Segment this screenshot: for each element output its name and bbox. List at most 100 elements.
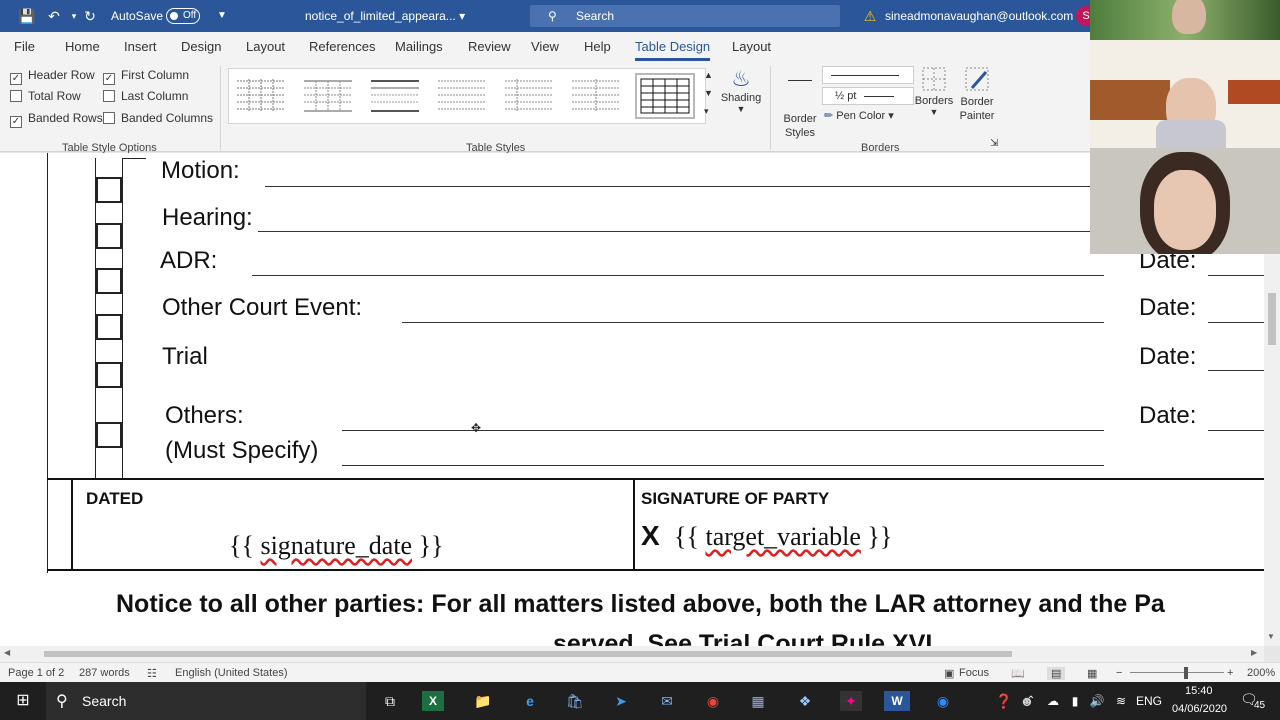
border-styles-button[interactable]: Border Styles (778, 66, 822, 140)
search-box[interactable]: ⚲ Search (530, 5, 840, 27)
tab-table-design[interactable]: Table Design (635, 39, 711, 61)
pen-color-button[interactable]: ✏ Pen Color ▾ (824, 109, 894, 122)
warning-icon[interactable]: ⚠ (862, 8, 878, 24)
dialog-launcher-icon[interactable]: ⇲ (990, 138, 998, 149)
borders-button[interactable]: Borders ▼ (914, 66, 954, 117)
banded-columns-checkbox[interactable]: Banded Columns (103, 111, 213, 125)
wifi-icon[interactable]: ≋ (1110, 691, 1132, 711)
table-style-plain-5[interactable] (503, 77, 555, 115)
document-page[interactable]: Motion: Hearing: ADR: Other Court Event:… (0, 153, 1264, 646)
clock-date[interactable]: 04/06/2020 (1172, 703, 1227, 715)
word-count[interactable]: 287 words (79, 667, 130, 679)
clock-time[interactable]: 15:40 (1185, 685, 1213, 697)
tab-insert[interactable]: Insert (124, 39, 157, 54)
hearing-checkbox[interactable] (96, 223, 122, 249)
table-style-plain-3[interactable] (369, 77, 421, 115)
table-style-grid-selected[interactable] (635, 73, 695, 119)
tab-home[interactable]: Home (65, 39, 100, 54)
input-language[interactable]: ENG (1136, 694, 1162, 708)
table-styles-gallery[interactable] (228, 68, 706, 124)
border-painter-button[interactable]: Border Painter (956, 66, 998, 123)
scroll-left-icon[interactable]: ◀ (4, 648, 10, 657)
app-icon[interactable]: ▦ (747, 691, 769, 711)
focus-label[interactable]: Focus (959, 667, 989, 679)
vertical-scroll-thumb[interactable] (1268, 293, 1276, 345)
tab-design[interactable]: Design (181, 39, 221, 54)
zoom-app-icon[interactable]: ◉ (932, 691, 954, 711)
windows-start-icon[interactable]: ⊞ (12, 691, 34, 711)
document-area[interactable]: Motion: Hearing: ADR: Other Court Event:… (0, 153, 1264, 646)
scroll-down-icon[interactable]: ▼ (1267, 632, 1275, 641)
chrome-icon[interactable]: ◉ (702, 691, 724, 711)
redo-icon[interactable]: ↻ (82, 8, 98, 24)
proofing-icon[interactable]: ☷ (147, 667, 157, 680)
motion-checkbox[interactable] (96, 177, 122, 203)
file-explorer-icon[interactable]: 📁 (472, 691, 494, 711)
shading-button[interactable]: ♨ Shading ▼ (719, 66, 763, 114)
task-view-icon[interactable]: ⧉ (379, 691, 401, 711)
tab-mailings[interactable]: Mailings (395, 39, 443, 54)
excel-icon[interactable]: X (422, 691, 444, 711)
total-row-checkbox[interactable]: Total Row (10, 89, 81, 103)
customize-toolbar-icon[interactable]: ▼ (214, 8, 230, 24)
table-style-plain-1[interactable] (235, 77, 287, 115)
first-column-checkbox[interactable]: ✓ First Column (103, 68, 189, 85)
edge-icon[interactable]: e (519, 691, 541, 711)
read-mode-icon[interactable]: 📖 (1011, 667, 1025, 680)
tab-view[interactable]: View (531, 39, 559, 54)
trial-checkbox[interactable] (96, 362, 122, 388)
taskbar-search[interactable]: ⚲ Search (46, 682, 366, 720)
focus-icon[interactable]: ▣ (944, 667, 954, 680)
table-style-plain-6[interactable] (570, 77, 622, 115)
tab-review[interactable]: Review (468, 39, 511, 54)
undo-icon[interactable]: ↶ (46, 8, 62, 24)
zoom-slider[interactable] (1130, 672, 1224, 673)
word-icon[interactable]: W (884, 691, 910, 711)
header-row-checkbox[interactable]: ✓ Header Row (10, 68, 95, 85)
scroll-right-icon[interactable]: ▶ (1251, 648, 1257, 657)
autosave-toggle[interactable]: Off (166, 8, 200, 24)
power-automate-icon[interactable]: ➤ (610, 691, 632, 711)
zoom-level[interactable]: 200% (1247, 667, 1275, 679)
print-layout-icon[interactable]: ▤ (1047, 667, 1066, 680)
last-column-checkbox[interactable]: Last Column (103, 89, 188, 103)
zoom-slider-thumb[interactable] (1184, 667, 1188, 679)
zoom-in-icon[interactable]: + (1227, 667, 1233, 679)
gallery-scroll-down-icon[interactable]: ▼ (704, 88, 713, 98)
mail-icon[interactable]: ✉ (656, 691, 678, 711)
language[interactable]: English (United States) (175, 667, 288, 679)
account-email[interactable]: sineadmonavaughan@outlook.com (885, 9, 1073, 23)
adr-checkbox[interactable] (96, 268, 122, 294)
table-style-plain-4[interactable] (436, 77, 488, 115)
line-weight-dropdown[interactable]: ½ pt (822, 87, 914, 105)
dropbox-icon[interactable]: ❖ (794, 691, 816, 711)
undo-dropdown-icon[interactable]: ▾ (66, 8, 82, 24)
page-count[interactable]: Page 1 of 2 (8, 667, 64, 679)
web-layout-icon[interactable]: ▦ (1087, 667, 1097, 680)
tab-help[interactable]: Help (584, 39, 611, 54)
help-icon[interactable]: ❓ (993, 691, 1015, 711)
table-style-plain-2[interactable] (302, 77, 354, 115)
battery-icon[interactable]: ▮ (1064, 691, 1086, 711)
tab-table-layout[interactable]: Layout (732, 39, 771, 54)
horizontal-scrollbar[interactable]: ◀ ▶ (0, 646, 1264, 662)
banded-rows-checkbox[interactable]: ✓ Banded Rows (10, 111, 103, 128)
document-title[interactable]: notice_of_limited_appeara... ▾ (305, 9, 465, 23)
slack-icon[interactable]: ✦ (840, 691, 862, 711)
others-checkbox[interactable] (96, 422, 122, 448)
gallery-more-icon[interactable]: ▾ (704, 106, 709, 117)
horizontal-scroll-thumb[interactable] (44, 651, 1012, 657)
tab-references[interactable]: References (309, 39, 375, 54)
gallery-scroll-up-icon[interactable]: ▲ (704, 70, 713, 80)
save-icon[interactable]: 💾 (18, 8, 35, 24)
line-style-dropdown[interactable] (822, 66, 914, 84)
tab-layout[interactable]: Layout (246, 39, 285, 54)
store-icon[interactable]: 🛍 (564, 691, 586, 711)
volume-icon[interactable]: 🔊 (1086, 691, 1108, 711)
hidden-icons-icon[interactable]: ⌃ (1020, 691, 1042, 711)
cloud-icon[interactable]: ☁ (1042, 691, 1064, 711)
zoom-out-icon[interactable]: − (1116, 667, 1122, 679)
target-variable-field[interactable]: {{ target_variable }} (674, 522, 892, 552)
signature-date-field[interactable]: {{ signature_date }} (229, 531, 444, 561)
tab-file[interactable]: File (14, 39, 35, 54)
